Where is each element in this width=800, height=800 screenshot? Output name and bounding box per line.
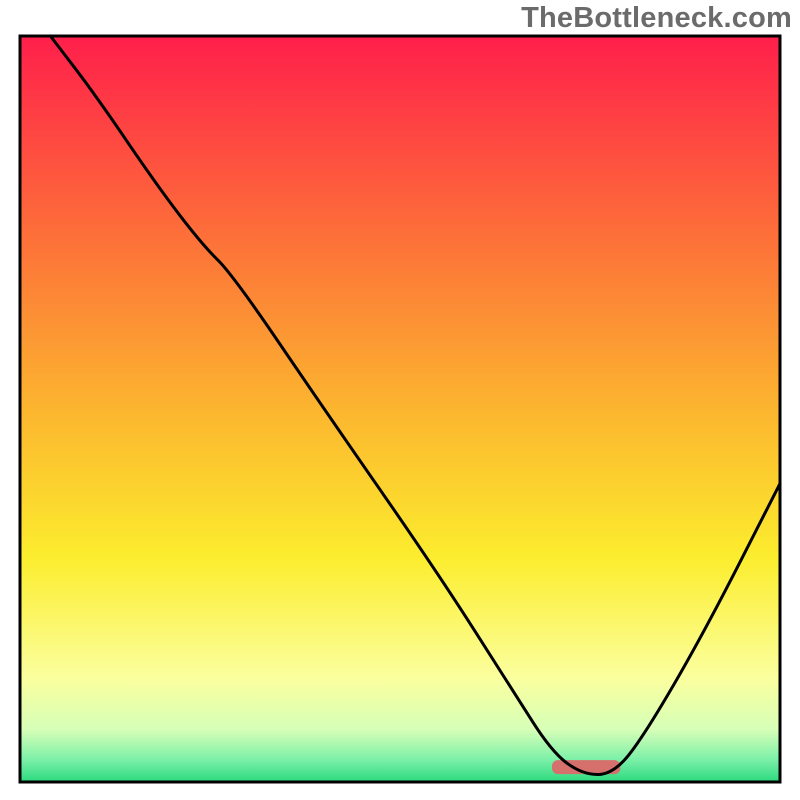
chart-container: TheBottleneck.com bbox=[0, 0, 800, 800]
watermark-text: TheBottleneck.com bbox=[521, 2, 792, 35]
chart-gradient-bg bbox=[20, 36, 780, 782]
bottleneck-chart bbox=[0, 0, 800, 800]
